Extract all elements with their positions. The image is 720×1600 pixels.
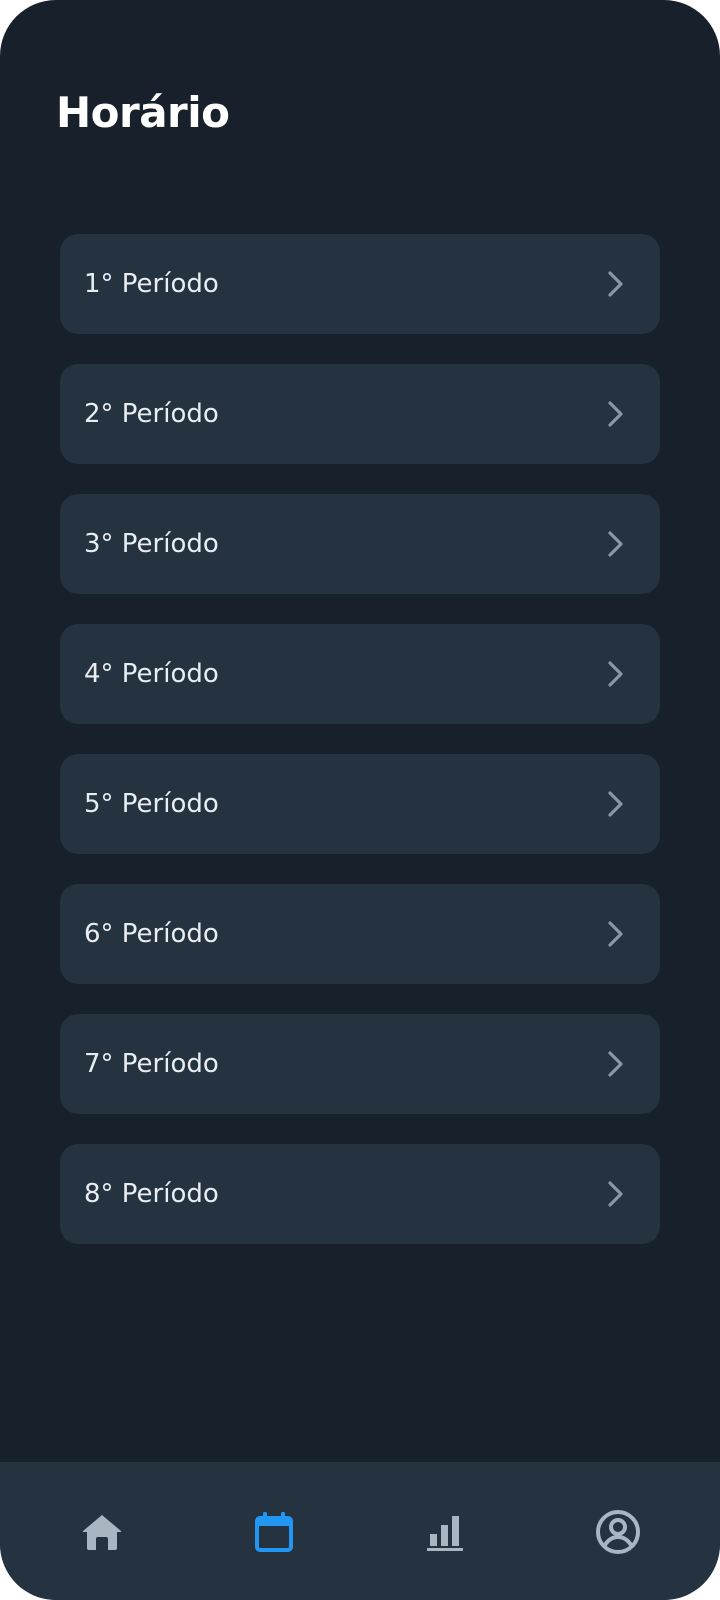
chevron-right-icon: [608, 1181, 623, 1207]
period-item-7[interactable]: 7° Período: [60, 1014, 660, 1114]
period-item-6[interactable]: 6° Período: [60, 884, 660, 984]
user-circle-icon: [596, 1510, 640, 1554]
period-item-2[interactable]: 2° Período: [60, 364, 660, 464]
period-list: 1° Período 2° Período 3° Período 4° Perí…: [60, 234, 660, 1274]
nav-stats-button[interactable]: [410, 1496, 482, 1568]
chevron-right-icon: [608, 401, 623, 427]
nav-home-button[interactable]: [66, 1496, 138, 1568]
period-item-8[interactable]: 8° Período: [60, 1144, 660, 1244]
chevron-right-icon: [608, 531, 623, 557]
period-label: 3° Período: [84, 529, 219, 559]
period-label: 6° Período: [84, 919, 219, 949]
period-label: 7° Período: [84, 1049, 219, 1079]
bottom-navigation: [0, 1462, 720, 1600]
period-item-1[interactable]: 1° Período: [60, 234, 660, 334]
bar-chart-icon: [427, 1516, 463, 1551]
period-label: 5° Período: [84, 789, 219, 819]
chevron-right-icon: [608, 661, 623, 687]
period-label: 4° Período: [84, 659, 219, 689]
home-icon: [82, 1515, 122, 1550]
period-item-5[interactable]: 5° Período: [60, 754, 660, 854]
chevron-right-icon: [608, 921, 623, 947]
chevron-right-icon: [608, 791, 623, 817]
chevron-right-icon: [608, 1051, 623, 1077]
calendar-icon: [255, 1512, 293, 1552]
nav-calendar-button[interactable]: [238, 1496, 310, 1568]
period-label: 8° Período: [84, 1179, 219, 1209]
page-title: Horário: [56, 88, 230, 137]
period-item-4[interactable]: 4° Período: [60, 624, 660, 724]
chevron-right-icon: [608, 271, 623, 297]
nav-profile-button[interactable]: [582, 1496, 654, 1568]
period-label: 1° Período: [84, 269, 219, 299]
period-label: 2° Período: [84, 399, 219, 429]
period-item-3[interactable]: 3° Período: [60, 494, 660, 594]
app-screen: Horário 1° Período 2° Período 3° Período…: [0, 0, 720, 1600]
